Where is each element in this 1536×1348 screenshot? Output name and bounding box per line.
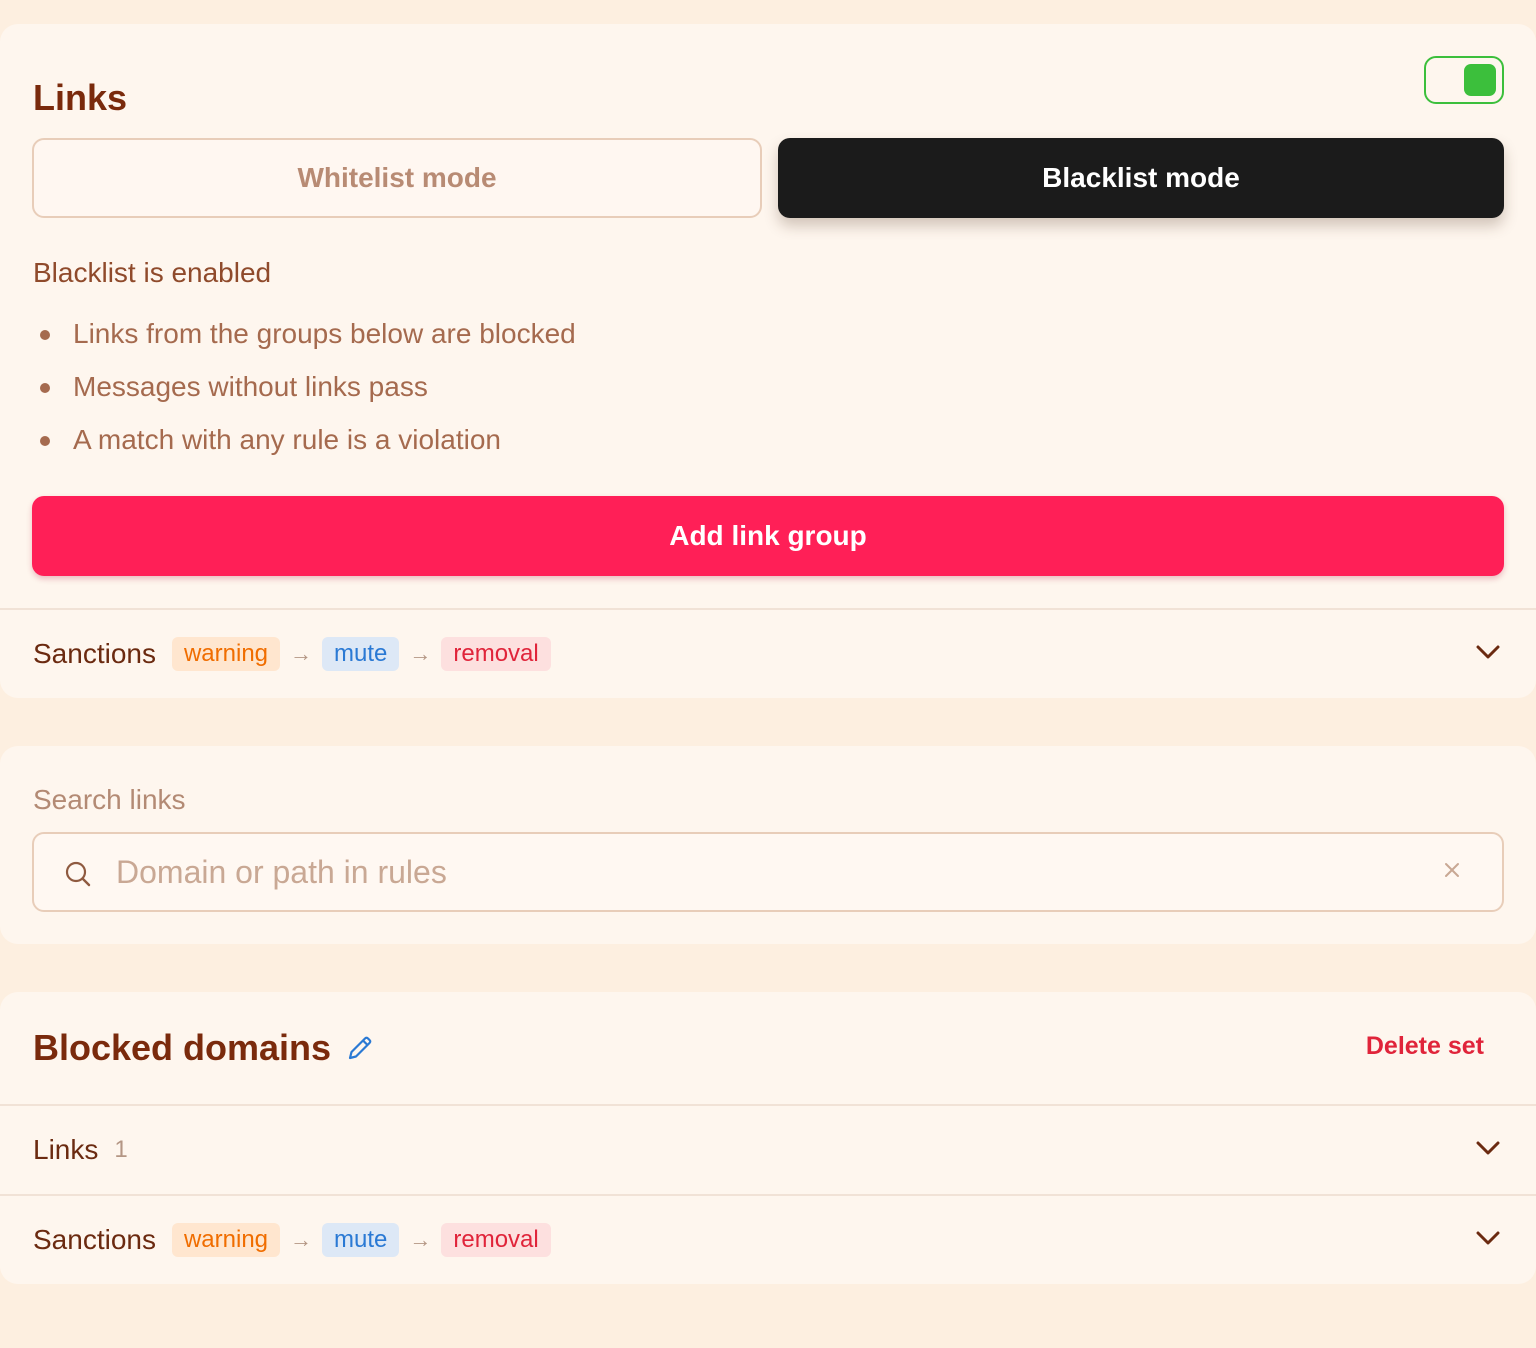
list-item: Links from the groups below are blocked xyxy=(33,316,576,369)
sanctions-row[interactable]: Sanctions warning → mute → removal xyxy=(33,634,1504,674)
whitelist-mode-button[interactable]: Whitelist mode xyxy=(32,138,762,218)
add-link-group-button[interactable]: Add link group xyxy=(32,496,1504,576)
divider xyxy=(0,1194,1536,1196)
link-set-card: Blocked domains Delete set Links 1 Sanct… xyxy=(0,992,1536,1284)
arrow-right-icon: → xyxy=(409,641,432,666)
status-title: Blacklist is enabled xyxy=(33,257,272,288)
list-item: A match with any rule is a violation xyxy=(33,422,576,475)
arrow-right-icon: → xyxy=(290,1227,313,1252)
links-label: Links xyxy=(33,1134,99,1165)
sanction-warning-tag: warning xyxy=(171,1223,281,1257)
sanction-removal-tag: removal xyxy=(441,637,551,671)
search-icon xyxy=(64,860,92,893)
list-item: Messages without links pass xyxy=(33,369,576,422)
sanction-mute-tag: mute xyxy=(322,1223,400,1257)
links-title: Links xyxy=(33,77,128,118)
links-card: Links Whitelist mode Blacklist mode Blac… xyxy=(0,24,1536,698)
search-box[interactable] xyxy=(32,832,1504,912)
search-card: Search links xyxy=(0,746,1536,944)
links-count: 1 xyxy=(114,1136,128,1163)
delete-set-button[interactable]: Delete set xyxy=(1366,1032,1484,1061)
chevron-down-icon[interactable] xyxy=(1476,644,1500,664)
divider xyxy=(0,608,1536,610)
search-label: Search links xyxy=(33,784,186,815)
chevron-down-icon[interactable] xyxy=(1476,1230,1500,1250)
toggle-knob xyxy=(1464,64,1496,96)
arrow-right-icon: → xyxy=(409,1227,432,1252)
close-icon[interactable] xyxy=(1444,862,1460,883)
rules-list: Links from the groups below are blocked … xyxy=(33,316,576,475)
chevron-down-icon[interactable] xyxy=(1476,1140,1500,1160)
sanction-mute-tag: mute xyxy=(322,637,400,671)
set-title: Blocked domains xyxy=(33,1027,332,1068)
sanction-removal-tag: removal xyxy=(441,1223,551,1257)
sanctions-label: Sanctions xyxy=(33,1224,156,1255)
divider xyxy=(0,1104,1536,1106)
arrow-right-icon: → xyxy=(290,641,313,666)
sanctions-row[interactable]: Sanctions warning → mute → removal xyxy=(33,1220,1504,1260)
links-toggle[interactable] xyxy=(1424,56,1504,104)
links-row[interactable]: Links 1 xyxy=(33,1130,1504,1170)
blacklist-mode-button[interactable]: Blacklist mode xyxy=(778,138,1504,218)
search-input[interactable] xyxy=(116,848,1416,896)
sanctions-label: Sanctions xyxy=(33,638,156,669)
sanction-warning-tag: warning xyxy=(171,637,281,671)
pencil-icon[interactable] xyxy=(346,1034,374,1067)
